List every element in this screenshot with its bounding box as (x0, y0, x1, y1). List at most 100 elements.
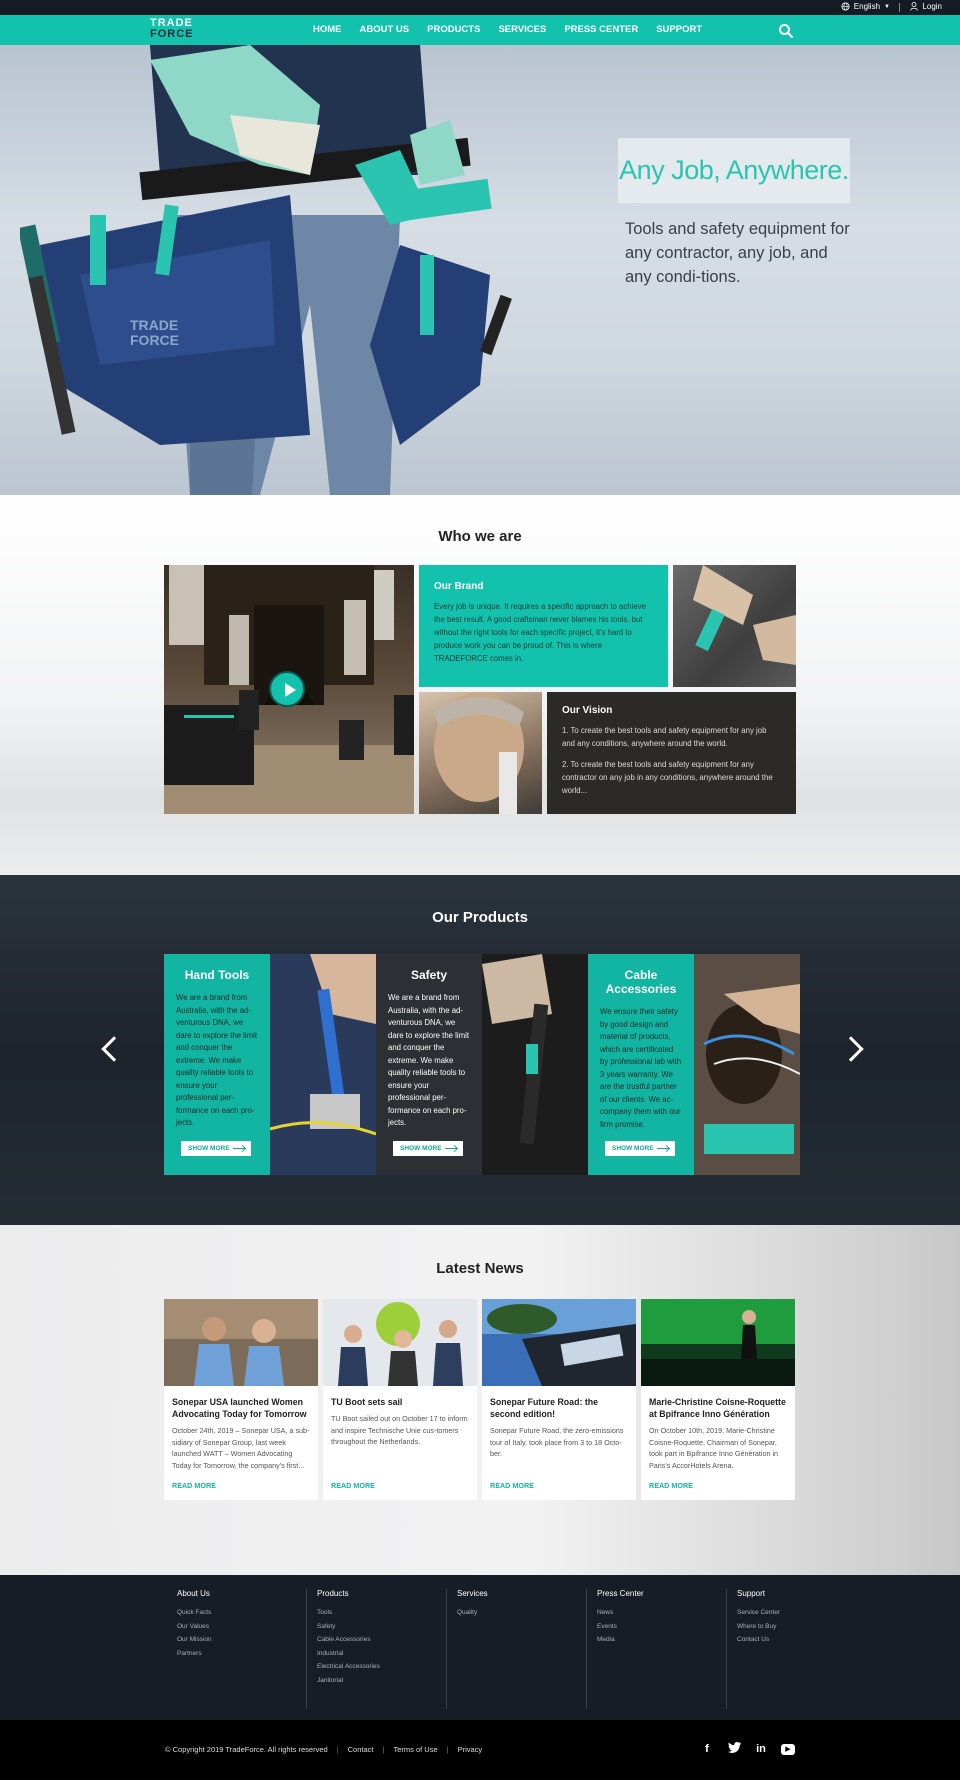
show-more-label: SHOW MORE (400, 1145, 442, 1152)
footer-link[interactable]: Tools (317, 1606, 380, 1620)
nav-item-services[interactable]: SERVICES (498, 15, 546, 45)
carousel-next-arrow-icon[interactable] (838, 1036, 864, 1062)
globe-icon (841, 2, 850, 11)
hero-banner: TRADE FORCE Any Job, Anywhere. Tools and… (0, 45, 960, 495)
our-brand-card: Our Brand Every job is unique. It requir… (419, 565, 668, 687)
top-utility-bar: English ▼ Login (0, 0, 960, 15)
svg-text:FORCE: FORCE (130, 332, 179, 348)
news-title: Marie-Christine Coisne-Roquette at Bpifr… (649, 1397, 786, 1419)
footer-link[interactable]: Quality (457, 1606, 488, 1620)
news-title: TU Boot sets sail (331, 1397, 403, 1407)
footer-link[interactable]: Our Mission (177, 1633, 212, 1647)
news-photo-graphic (482, 1299, 636, 1386)
our-brand-heading: Our Brand (434, 581, 484, 592)
login-link[interactable]: Login (910, 2, 942, 11)
show-more-button[interactable]: SHOW MORE (393, 1141, 463, 1156)
footer-link[interactable]: Cable Accessories (317, 1633, 380, 1647)
show-more-button[interactable]: SHOW MORE (605, 1141, 675, 1156)
nav-item-about-us[interactable]: ABOUT US (360, 15, 410, 45)
privacy-link[interactable]: Privacy (458, 1745, 483, 1754)
carousel-prev-arrow-icon[interactable] (101, 1036, 127, 1062)
news-title: Sonepar USA launched Women Advocating To… (172, 1397, 307, 1419)
footer-heading[interactable]: About Us (177, 1589, 212, 1598)
news-image (482, 1299, 636, 1386)
news-card[interactable]: Marie-Christine Coisne-Roquette at Bpifr… (641, 1299, 795, 1500)
read-more-link[interactable]: READ MORE (490, 1481, 534, 1490)
footer-link[interactable]: Service Center (737, 1606, 780, 1620)
login-label: Login (922, 2, 942, 11)
vision-point-1: 1. To create the best tools and safety e… (562, 726, 767, 748)
news-image (641, 1299, 795, 1386)
legal-links: © Copyright 2019 TradeForce. All rights … (165, 1745, 482, 1754)
footer-link[interactable]: Contact Us (737, 1633, 780, 1647)
play-video-button[interactable] (269, 671, 305, 707)
read-more-link[interactable]: READ MORE (649, 1481, 693, 1490)
footer-link[interactable]: Media (597, 1633, 644, 1647)
footer-link[interactable]: News (597, 1606, 644, 1620)
craftsman-face-graphic (434, 692, 524, 814)
news-photo-graphic (641, 1299, 795, 1386)
footer-link[interactable]: Industrial (317, 1647, 380, 1661)
hands-with-tool-graphic (693, 565, 796, 665)
social-links: f in ▶ (700, 1742, 795, 1756)
twitter-icon[interactable] (727, 1742, 741, 1756)
cable-accessories-graphic (694, 954, 800, 1175)
divider: | (446, 1745, 449, 1754)
terms-link[interactable]: Terms of Use (393, 1745, 437, 1754)
footer-link[interactable]: Where to Buy (737, 1620, 780, 1634)
nav-item-support[interactable]: SUPPORT (656, 15, 702, 45)
hero-worker-image: TRADE FORCE (20, 45, 512, 495)
footer-link[interactable]: Events (597, 1620, 644, 1634)
footer-column-products: Products Tools Safety Cable Accessories … (306, 1589, 380, 1709)
footer-link[interactable]: Janitorial (317, 1674, 380, 1688)
read-more-link[interactable]: READ MORE (172, 1481, 216, 1490)
contact-link[interactable]: Contact (348, 1745, 374, 1754)
show-more-button[interactable]: SHOW MORE (181, 1141, 251, 1156)
nav-item-products[interactable]: PRODUCTS (427, 15, 480, 45)
nav-item-press-center[interactable]: PRESS CENTER (564, 15, 638, 45)
arrow-right-icon (445, 1148, 457, 1149)
hero-title: Any Job, Anywhere. (619, 155, 849, 185)
footer-column-press-center: Press Center News Events Media (586, 1589, 644, 1709)
footer-link[interactable]: Electrical Accessories (317, 1660, 380, 1674)
read-more-link[interactable]: READ MORE (331, 1481, 375, 1490)
arrow-right-icon (233, 1148, 245, 1149)
user-icon (910, 2, 919, 11)
footer-link[interactable]: Quick Facts (177, 1606, 212, 1620)
hand-tools-graphic (270, 954, 376, 1175)
facebook-icon[interactable]: f (700, 1742, 714, 1756)
footer-heading[interactable]: Press Center (597, 1589, 644, 1598)
cable-accessories-image (694, 954, 800, 1175)
youtube-icon[interactable]: ▶ (781, 1744, 795, 1755)
news-image (323, 1299, 477, 1386)
latest-news-section: Latest News Sonepar USA launched Women A… (0, 1225, 960, 1575)
search-icon[interactable] (778, 23, 794, 39)
product-card-title: Safety (410, 968, 448, 982)
footer-heading[interactable]: Services (457, 1589, 488, 1598)
linkedin-icon[interactable]: in (754, 1742, 768, 1756)
footer-heading[interactable]: Support (737, 1589, 780, 1598)
logo-line2: FORCE (150, 28, 194, 40)
footer-column-support: Support Service Center Where to Buy Cont… (726, 1589, 780, 1709)
news-card[interactable]: TU Boot sets sail TU Boot sailed out on … (323, 1299, 477, 1500)
footer-link[interactable]: Safety (317, 1620, 380, 1634)
footer-link[interactable]: Partners (177, 1647, 212, 1661)
cable-cutter-image (673, 565, 796, 687)
news-card[interactable]: Sonepar USA launched Women Advocating To… (164, 1299, 318, 1500)
safety-image (482, 954, 588, 1175)
divider: | (382, 1745, 385, 1754)
hero-title-box: Any Job, Anywhere. (618, 138, 850, 203)
news-excerpt: October 24th, 2019 – Sonepar USA, a sub-… (172, 1426, 310, 1470)
footer-column-about-us: About Us Quick Facts Our Values Our Miss… (167, 1589, 212, 1709)
news-card[interactable]: Sonepar Future Road: the second edition!… (482, 1299, 636, 1500)
our-products-title: Our Products (432, 909, 528, 926)
footer-heading[interactable]: Products (317, 1589, 380, 1598)
footer-link[interactable]: Our Values (177, 1620, 212, 1634)
divider: | (336, 1745, 339, 1754)
nav-item-home[interactable]: HOME (313, 15, 342, 45)
product-card-description: We ensure their safety by good design an… (600, 1007, 682, 1129)
language-selector[interactable]: English ▼ (841, 2, 890, 11)
copyright-text: © Copyright 2019 TradeForce. All rights … (165, 1745, 328, 1754)
brand-video[interactable] (164, 565, 414, 814)
tradeforce-logo[interactable]: TRADE FORCE (150, 18, 205, 42)
